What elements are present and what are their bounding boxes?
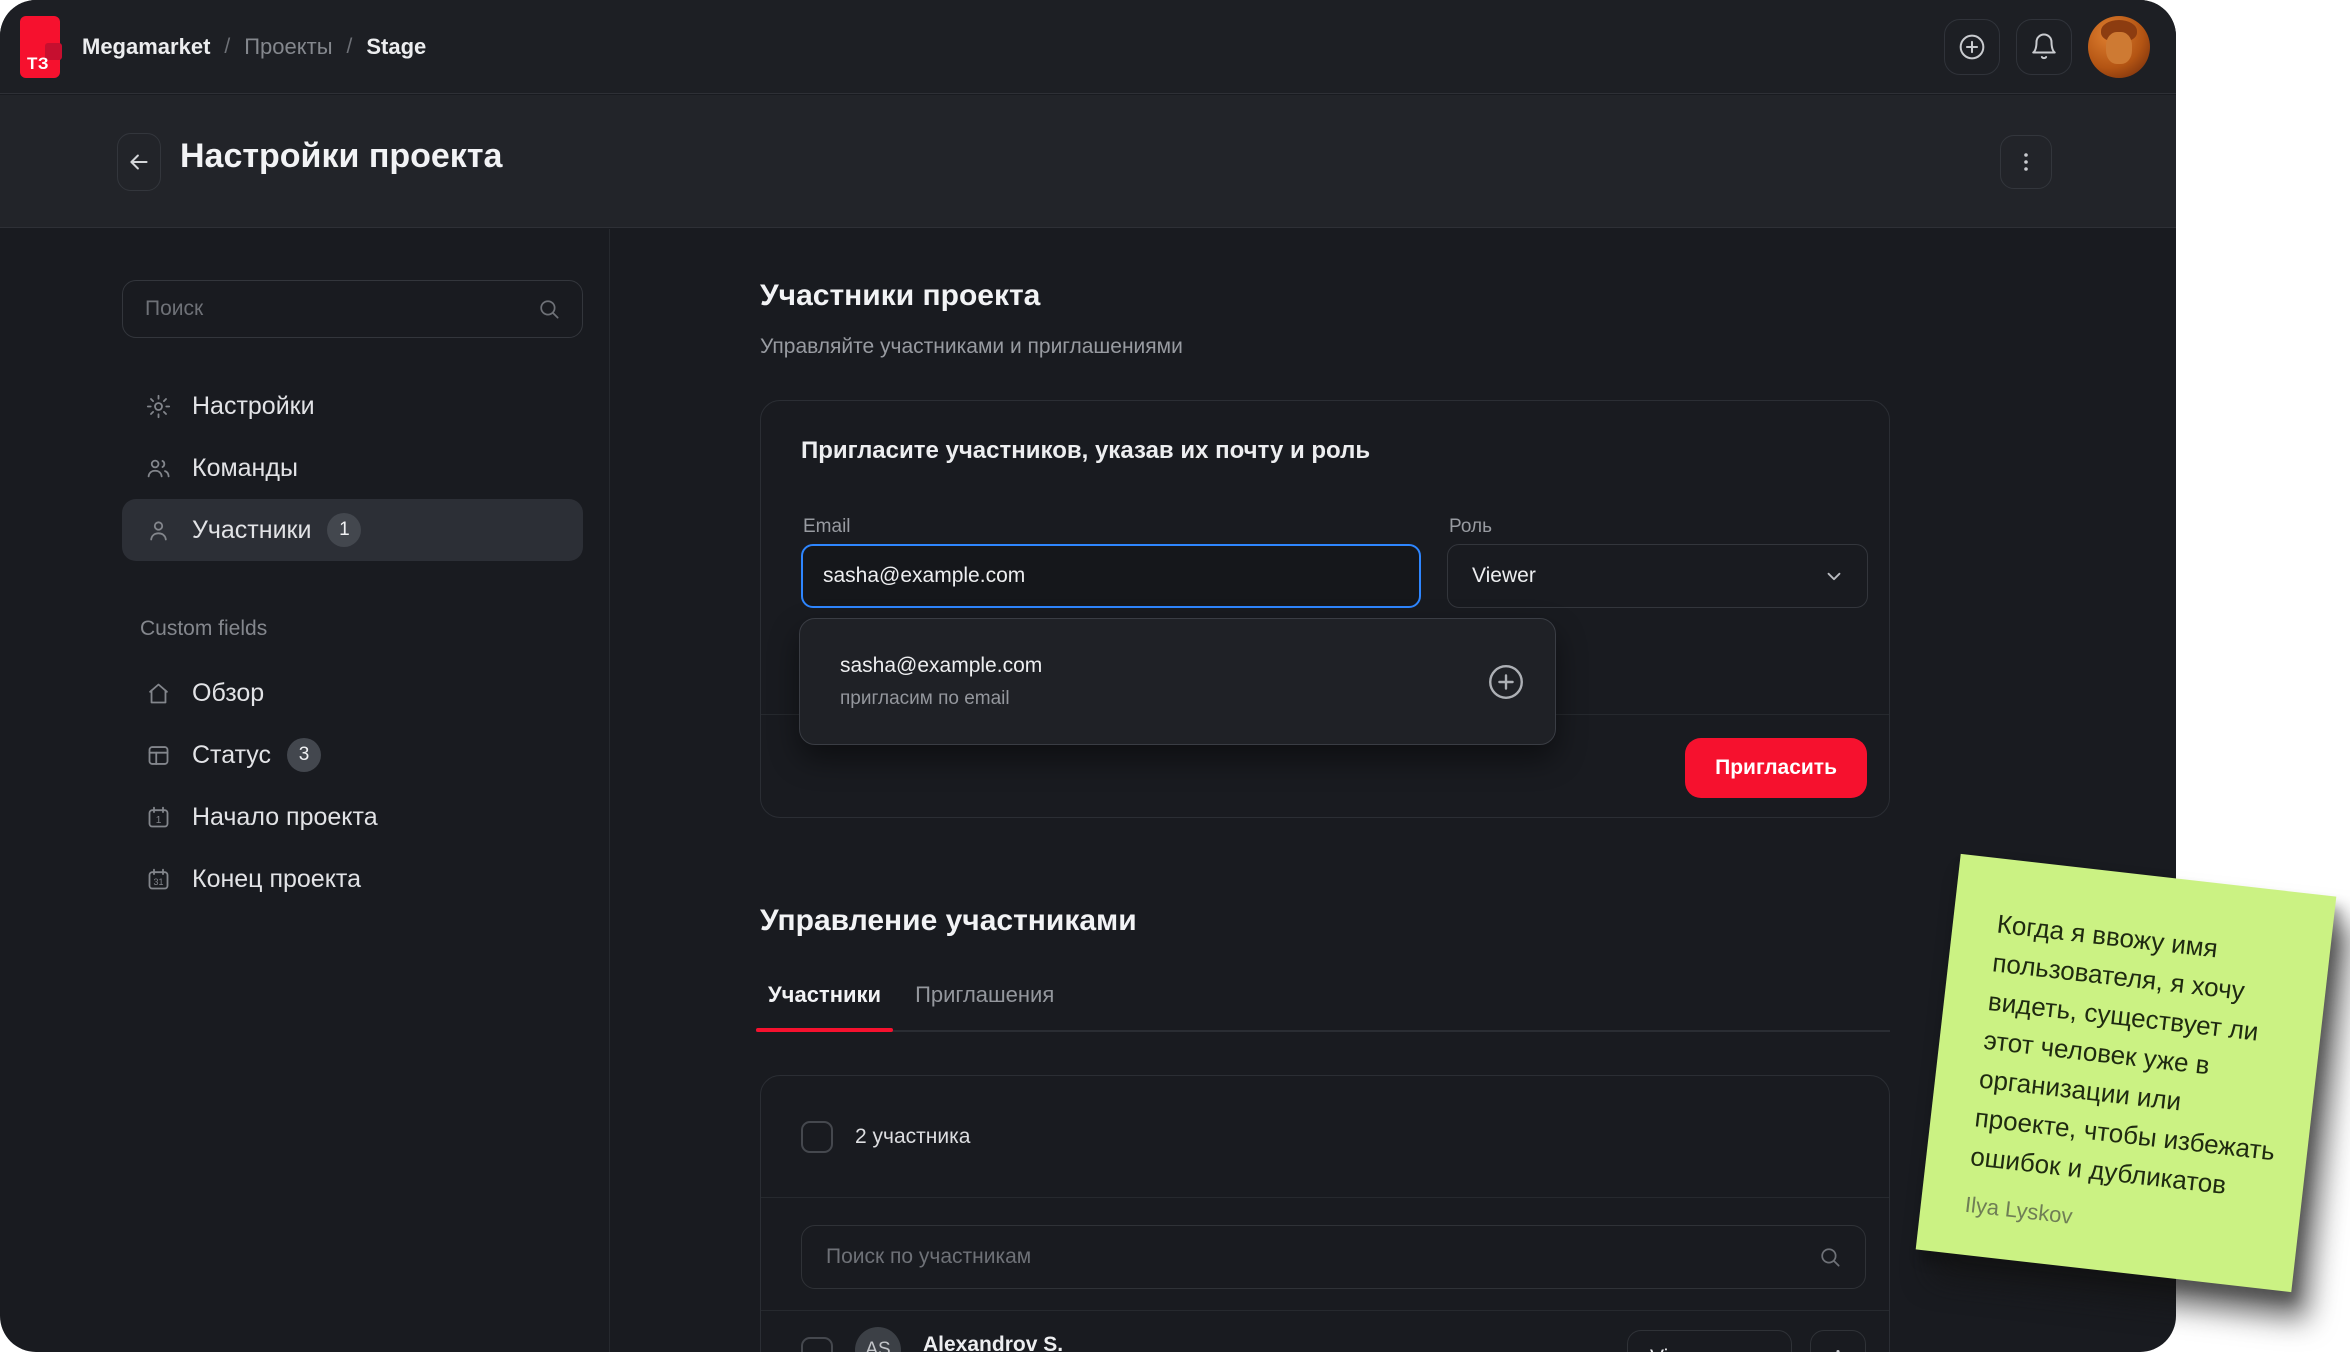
sidebar-nav: Настройки Команды Участники 1 [122,375,583,561]
member-avatar: AS [855,1327,901,1352]
sidebar-search-input[interactable] [145,297,536,321]
member-row-checkbox[interactable] [801,1337,833,1352]
custom-fields-section-label: Custom fields [140,617,268,640]
breadcrumb: Megamarket / Проекты / Stage [82,34,426,60]
sidebar-search[interactable] [122,280,583,338]
sidebar-item-label: Настройки [192,391,315,420]
gear-icon [144,393,172,420]
select-all-checkbox[interactable] [801,1120,833,1153]
chevron-down-icon [1753,1348,1773,1352]
sidebar-item-status[interactable]: Статус 3 [122,724,583,786]
member-role-value: Viewer [1650,1346,1714,1352]
sidebar-item-members[interactable]: Участники 1 [122,499,583,561]
members-list-header: 2 участника [761,1076,1889,1197]
members-count-badge: 1 [327,513,362,547]
member-name: Alexandrov S. [923,1333,1064,1352]
plus-circle-icon [1956,31,1988,63]
manage-section-title: Управление участниками [760,904,1137,937]
invite-card: Пригласите участников, указав их почту и… [760,400,1890,818]
email-suggestion-option[interactable]: sasha@example.com пригласим по email [799,618,1556,745]
sticky-note-text: Когда я ввожу имя пользователя, я хочу в… [1968,908,2277,1200]
email-field[interactable] [801,544,1421,608]
members-search-row [761,1198,1889,1310]
search-icon [536,296,562,322]
bell-icon [2029,32,2059,62]
suggestion-texts: sasha@example.com пригласим по email [840,654,1483,710]
role-label: Роль [1449,516,1492,537]
kebab-menu-icon [1827,1347,1849,1352]
page-menu-button[interactable] [2000,135,2052,189]
app-logo[interactable]: ТЗ [20,15,62,78]
members-list-card: 2 участника AS Alexandrov S. [760,1075,1890,1352]
breadcrumb-org[interactable]: Megamarket [82,34,210,60]
member-menu-button[interactable] [1810,1330,1866,1352]
role-select[interactable]: Viewer [1447,544,1868,608]
member-row: AS Alexandrov S. Viewer [761,1311,1889,1352]
breadcrumb-separator: / [346,34,353,58]
tab-invitations[interactable]: Приглашения [903,982,1066,1030]
app-window: ТЗ Megamarket / Проекты / Stage Настройк… [0,0,2176,1352]
tab-members[interactable]: Участники [756,982,894,1032]
sidebar-item-label: Статус [192,740,272,769]
person-icon [144,517,172,544]
member-role-select[interactable]: Viewer [1627,1330,1792,1352]
sidebar-item-label: Начало проекта [192,802,378,831]
sidebar-item-project-start[interactable]: 1 Начало проекта [122,786,583,848]
suggestion-hint: пригласим по email [840,687,1010,709]
invite-card-title: Пригласите участников, указав их почту и… [801,437,1371,464]
members-count-label: 2 участника [855,1124,971,1148]
breadcrumb-projects[interactable]: Проекты [244,34,332,60]
sidebar-item-settings[interactable]: Настройки [122,375,583,437]
members-search[interactable] [801,1225,1866,1289]
sidebar-item-teams[interactable]: Команды [122,437,583,499]
suggestion-email: sasha@example.com [840,653,1043,677]
calendar-1-icon: 1 [144,804,172,831]
notifications-button[interactable] [2016,18,2072,75]
arrow-left-icon [126,149,152,175]
page-title: Настройки проекта [180,137,503,175]
settings-sidebar: Настройки Команды Участники 1 Custom fie… [0,229,610,1352]
kebab-menu-icon [2014,150,2038,174]
svg-text:1: 1 [155,815,161,826]
breadcrumb-project-name[interactable]: Stage [366,34,426,60]
breadcrumb-separator: / [224,34,231,58]
layout-icon [144,742,172,769]
members-search-input[interactable] [826,1245,1817,1269]
create-button[interactable] [1944,18,2000,75]
logo-text: ТЗ [27,53,50,73]
invite-submit-button[interactable]: Пригласить [1685,738,1867,798]
svg-text:31: 31 [153,877,163,887]
sidebar-custom-fields: Обзор Статус 3 1 Начало проекта 31 Конец [122,662,583,910]
members-section-subtitle: Управляйте участниками и приглашениями [760,335,1183,358]
chevron-down-icon [1823,565,1845,587]
back-button[interactable] [117,133,161,191]
top-bar: ТЗ Megamarket / Проекты / Stage [0,0,2176,94]
home-icon [144,680,172,707]
sidebar-item-overview[interactable]: Обзор [122,662,583,724]
calendar-31-icon: 31 [144,866,172,893]
sidebar-item-label: Участники [192,515,312,544]
sidebar-item-label: Обзор [192,678,265,707]
search-icon [1817,1244,1843,1270]
manage-tabs: Участники Приглашения [756,982,1890,1032]
sidebar-item-project-end[interactable]: 31 Конец проекта [122,848,583,910]
role-select-value: Viewer [1472,564,1536,587]
email-label: Email [803,516,851,537]
sticky-note: Когда я ввожу имя пользователя, я хочу в… [1915,853,2337,1293]
sidebar-item-label: Команды [192,453,298,482]
status-count-badge: 3 [287,738,322,772]
members-section-title: Участники проекта [760,279,1041,312]
add-plus-circle-icon[interactable] [1483,659,1529,705]
people-icon [144,455,172,482]
sidebar-item-label: Конец проекта [192,864,361,893]
user-avatar[interactable] [2088,15,2150,78]
page-header: Настройки проекта [0,95,2176,228]
